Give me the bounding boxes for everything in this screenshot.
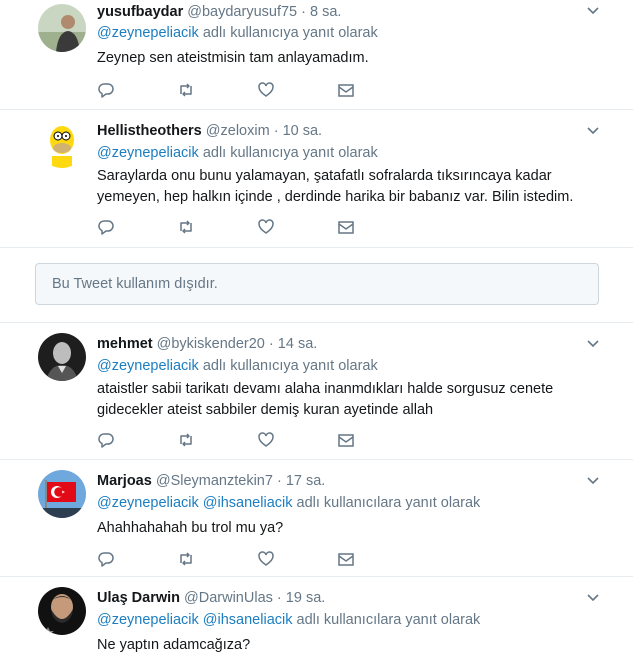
man-portrait-avatar [38,4,86,52]
user-handle[interactable]: @DarwinUlas [184,590,273,606]
tweet-text: Zeynep sen ateistmisin tam anlayamadım. [97,50,369,66]
reply-icon[interactable] [97,431,117,451]
direct-message-icon[interactable] [337,550,357,570]
timestamp[interactable]: 14 sa. [278,336,318,352]
tweet[interactable]: Hellistheothers @zeloxim · 10 sa. @zeyne… [0,110,633,248]
chevron-down-icon[interactable] [585,2,601,18]
tweet-text: Ne yaptın adamcağıza? [97,637,251,653]
bearded-man-avatar [38,587,86,635]
like-icon[interactable] [257,81,277,101]
reply-mentions[interactable]: @zeynepeliacik [97,145,199,161]
separator: · [276,590,282,606]
reply-context: @zeynepeliacik @ihsaneliacik adlı kullan… [97,611,480,629]
separator: · [273,123,279,139]
tweet-header: mehmet @bykiskender20 · 14 sa. [97,335,317,353]
retweet-icon[interactable] [177,81,197,101]
reply-icon[interactable] [97,218,117,238]
direct-message-icon[interactable] [337,431,357,451]
reply-label: adlı kullanıcıya yanıt olarak [202,358,378,374]
reply-context: @zeynepeliacik adlı kullanıcıya yanıt ol… [97,357,378,375]
user-handle[interactable]: @zeloxim [206,123,270,139]
direct-message-icon[interactable] [337,218,357,238]
chevron-down-icon[interactable] [585,589,601,605]
tweet-actions [97,81,377,101]
tweet-header: Hellistheothers @zeloxim · 10 sa. [97,122,322,140]
chevron-down-icon[interactable] [585,335,601,351]
reply-icon[interactable] [97,550,117,570]
reply-context: @zeynepeliacik adlı kullanıcıya yanıt ol… [97,24,378,42]
like-icon[interactable] [257,550,277,570]
tweet[interactable]: Ulaş Darwin @DarwinUlas · 19 sa. @zeynep… [0,577,633,661]
tweet-text: ataistler sabii tarikatı devamı alaha in… [97,381,554,418]
like-icon[interactable] [257,218,277,238]
reply-label: adlı kullanıcılara yanıt olarak [296,495,481,511]
avatar[interactable] [38,120,86,168]
reply-mentions[interactable]: @zeynepeliacik @ihsaneliacik [97,612,292,628]
user-handle[interactable]: @Sleymanztekin7 [156,473,273,489]
chevron-down-icon[interactable] [585,122,601,138]
user-handle[interactable]: @bykiskender20 [157,336,265,352]
retweet-icon[interactable] [177,550,197,570]
timestamp[interactable]: 10 sa. [283,123,323,139]
tweet-actions [97,431,377,451]
tweet-header: Marjoas @Sleymanztekin7 · 17 sa. [97,472,325,490]
timestamp[interactable]: 8 sa. [310,4,341,20]
reply-icon[interactable] [97,81,117,101]
tweet-actions [97,218,377,238]
black-white-portrait-avatar [38,333,86,381]
reply-label: adlı kullanıcılara yanıt olarak [296,612,481,628]
display-name[interactable]: Ulaş Darwin [97,590,180,606]
tweet-header: Ulaş Darwin @DarwinUlas · 19 sa. [97,589,325,607]
reply-mentions[interactable]: @zeynepeliacik [97,25,199,41]
timestamp[interactable]: 17 sa. [286,473,326,489]
reply-context: @zeynepeliacik @ihsaneliacik adlı kullan… [97,494,480,512]
display-name[interactable]: Hellistheothers [97,123,202,139]
flag-avatar [38,470,86,518]
retweet-icon[interactable] [177,431,197,451]
direct-message-icon[interactable] [337,81,357,101]
tweet-text: Saraylarda onu bunu yalamayan, şatafatlı… [97,168,574,205]
tweet[interactable]: mehmet @bykiskender20 · 14 sa. @zeynepel… [0,323,633,460]
avatar[interactable] [38,587,86,635]
tweet[interactable]: Marjoas @Sleymanztekin7 · 17 sa. @zeynep… [0,460,633,577]
separator: · [276,473,282,489]
reply-mentions[interactable]: @zeynepeliacik @ihsaneliacik [97,495,292,511]
reply-context: @zeynepeliacik adlı kullanıcıya yanıt ol… [97,144,378,162]
display-name[interactable]: mehmet [97,336,153,352]
tweet[interactable]: yusufbaydar @baydaryusuf75 · 8 sa. @zeyn… [0,0,633,110]
withheld-tweet-notice: Bu Tweet kullanım dışıdır. [35,263,599,305]
reply-label: adlı kullanıcıya yanıt olarak [202,25,378,41]
reply-mentions[interactable]: @zeynepeliacik [97,358,199,374]
avatar[interactable] [38,470,86,518]
separator: · [268,336,274,352]
cartoon-character-avatar [38,120,86,168]
user-handle[interactable]: @baydaryusuf75 [187,4,297,20]
chevron-down-icon[interactable] [585,472,601,488]
reply-label: adlı kullanıcıya yanıt olarak [202,145,378,161]
avatar[interactable] [38,4,86,52]
display-name[interactable]: yusufbaydar [97,4,183,20]
tweet-text: Ahahhahahah bu trol mu ya? [97,520,284,536]
separator: · [301,4,306,20]
retweet-icon[interactable] [177,218,197,238]
timestamp[interactable]: 19 sa. [286,590,326,606]
like-icon[interactable] [257,431,277,451]
avatar[interactable] [38,333,86,381]
display-name[interactable]: Marjoas [97,473,152,489]
tweet-header: yusufbaydar @baydaryusuf75 · 8 sa. [97,3,341,21]
tweet-actions [97,550,377,570]
